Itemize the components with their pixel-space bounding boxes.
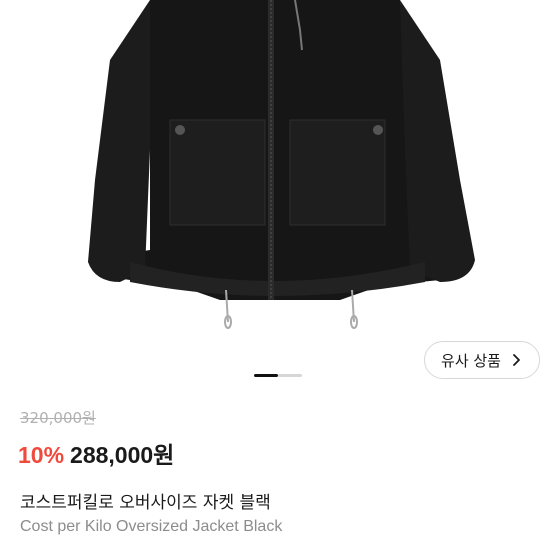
carousel-dot-active[interactable] [254,374,278,377]
image-carousel-indicator [254,374,302,378]
similar-products-label: 유사 상품 [441,351,501,370]
product-title-korean: 코스트퍼킬로 오버사이즈 자켓 블랙 [20,493,271,513]
carousel-dot[interactable] [278,374,302,377]
original-price: 320,000원 [20,409,96,427]
sale-price: 288,000원 [70,442,175,468]
jacket-photo [88,0,475,329]
price-row: 10% 288,000원 [18,436,174,470]
product-title-english: Cost per Kilo Oversized Jacket Black [20,518,283,535]
product-image[interactable] [0,0,554,370]
discount-rate: 10% [18,442,65,468]
similar-products-button[interactable]: 유사 상품 [424,341,540,379]
chevron-right-icon [509,353,523,367]
